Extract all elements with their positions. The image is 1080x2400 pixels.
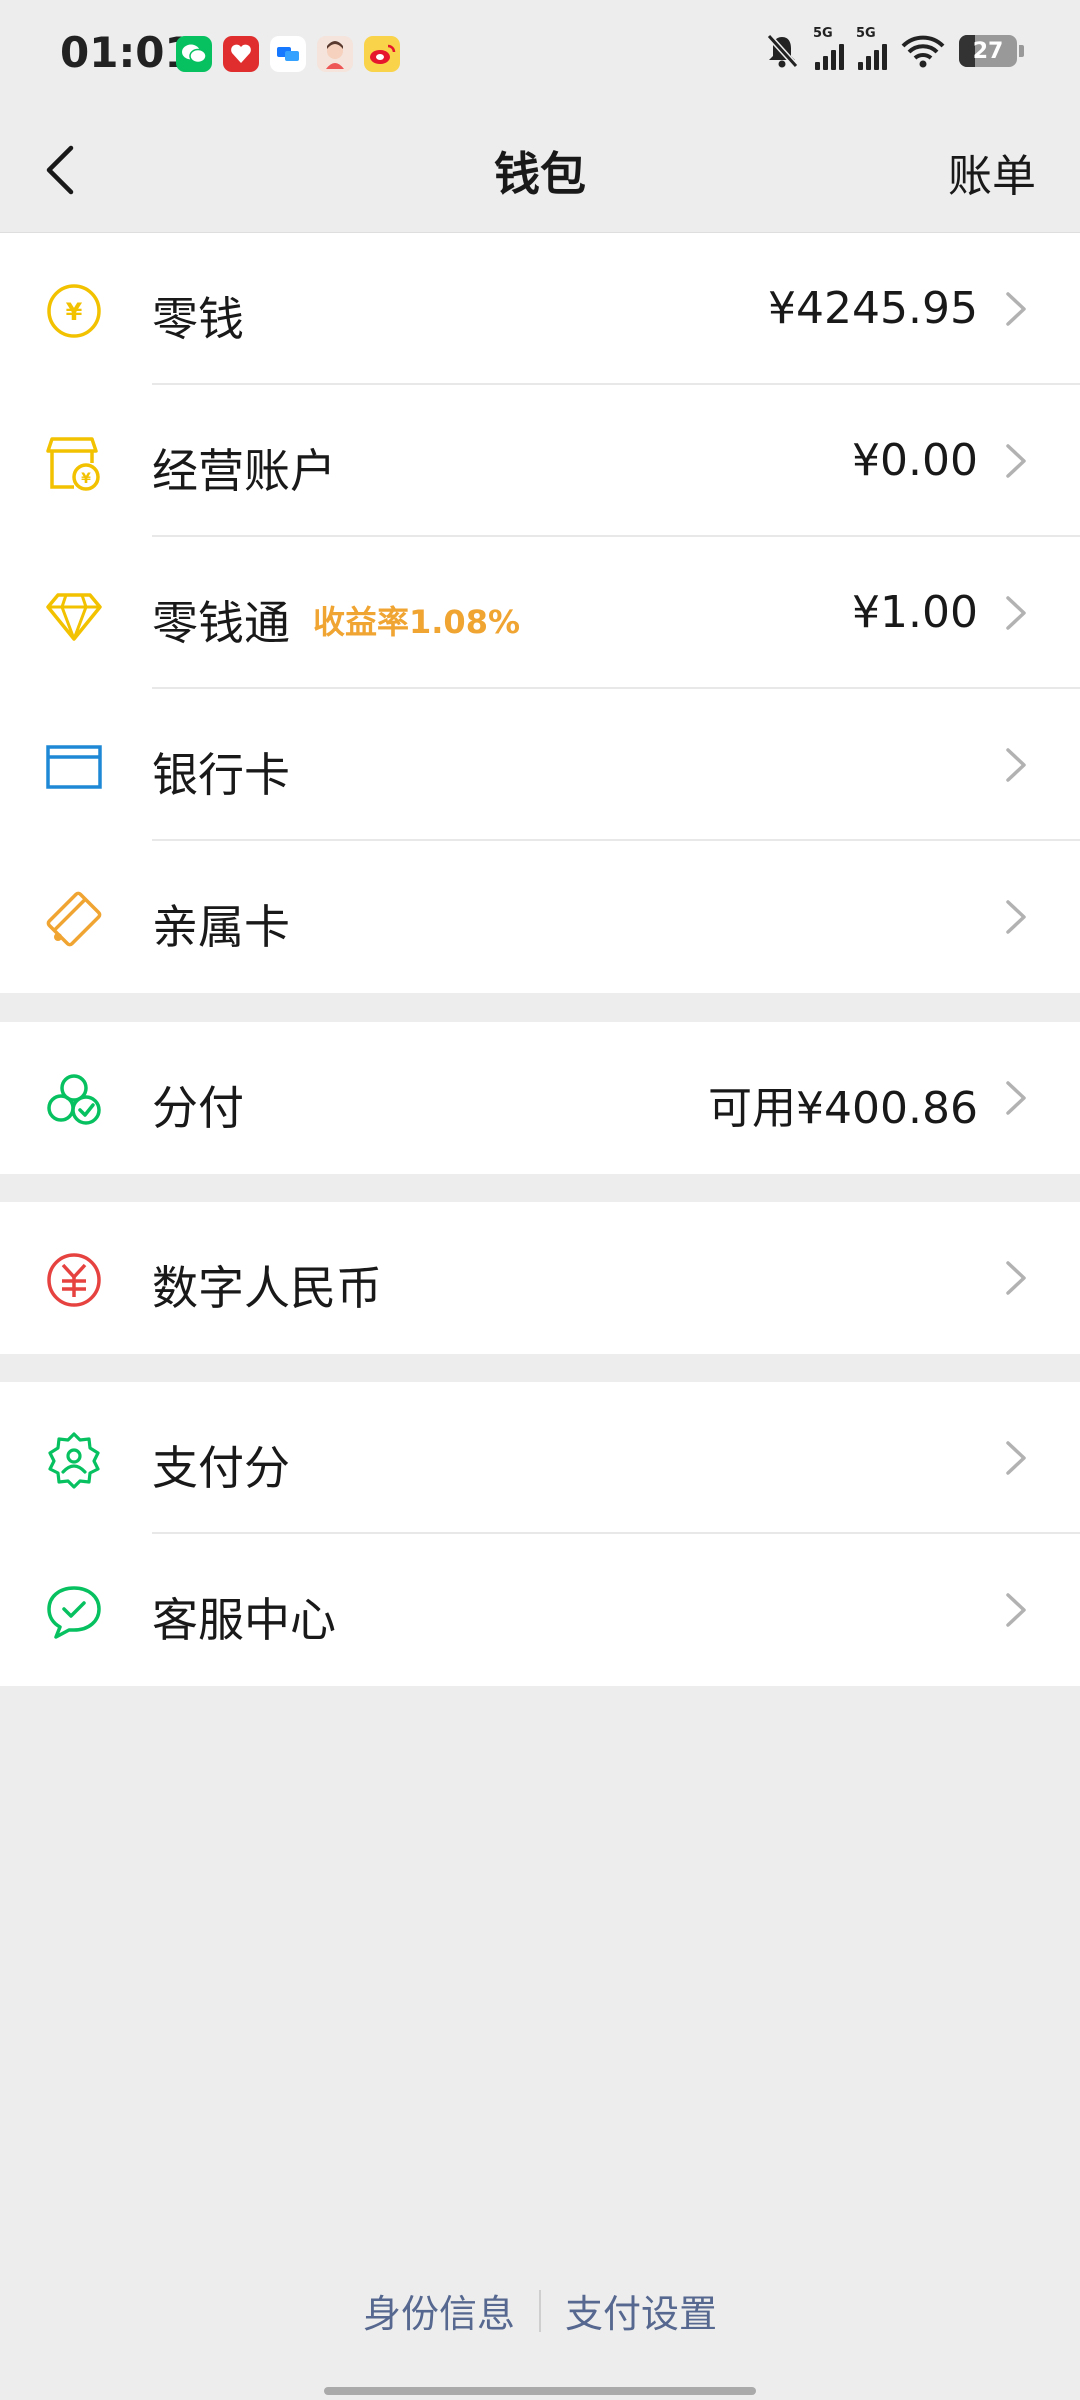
svg-text:¥: ¥	[81, 471, 91, 487]
list-item-business-account[interactable]: ¥ 经营账户 ¥0.00	[0, 385, 1080, 537]
customer-service-icon	[47, 1586, 101, 1639]
digital-rmb-icon	[47, 1253, 101, 1307]
family-card-icon	[46, 891, 102, 947]
list-item-lingqiantong[interactable]: 零钱通 收益率1.08% ¥1.00	[0, 537, 1080, 689]
signal-2-icon: 5G	[856, 26, 887, 70]
list-item-change[interactable]: ¥ 零钱 ¥4245.95	[0, 233, 1080, 385]
chevron-right-icon	[1006, 596, 1026, 630]
row-label: 客服中心	[152, 1593, 336, 1647]
row-value: ¥1.00	[852, 587, 978, 638]
yield-rate-tag: 收益率1.08%	[313, 603, 521, 641]
row-label: 银行卡	[152, 748, 290, 802]
row-label: 经营账户	[152, 444, 336, 498]
payment-settings-link[interactable]: 支付设置	[541, 2283, 741, 2338]
wechat-notification-icon	[176, 36, 212, 72]
fenfu-icon	[47, 1074, 101, 1125]
footer-links: 身份信息 支付设置	[0, 2283, 1080, 2338]
shop-account-icon: ¥	[46, 437, 100, 491]
row-value: ¥4245.95	[768, 283, 978, 334]
signal-1-icon: 5G	[813, 26, 844, 70]
page-title: 钱包	[494, 147, 586, 201]
status-bar: 01:01 5G 5G 27	[0, 0, 1080, 110]
list-item-digital-rmb[interactable]: 数字人民币	[0, 1202, 1080, 1354]
chevron-right-icon	[1006, 748, 1026, 782]
wallet-group-fenfu: 分付 可用¥400.86	[0, 1022, 1080, 1174]
avatar-notification-icon	[317, 36, 353, 72]
status-right: 5G 5G 27	[763, 26, 1024, 70]
chevron-right-icon	[1006, 1081, 1026, 1115]
yuan-coin-icon: ¥	[47, 284, 101, 338]
row-label: 零钱通	[152, 596, 290, 650]
mute-icon	[766, 33, 799, 69]
chevron-right-icon	[1006, 444, 1026, 478]
row-label: 亲属卡	[152, 900, 290, 954]
row-label: 数字人民币	[152, 1261, 382, 1315]
app-notification-icon	[223, 36, 259, 72]
battery-icon: 27	[959, 35, 1017, 67]
row-value: 可用¥400.86	[708, 1083, 978, 1134]
row-label: 支付分	[152, 1441, 290, 1495]
identity-info-link[interactable]: 身份信息	[339, 2283, 539, 2338]
chevron-right-icon	[1006, 900, 1026, 934]
chevron-right-icon	[1006, 1593, 1026, 1627]
row-label: 零钱	[152, 292, 244, 346]
list-item-fenfu[interactable]: 分付 可用¥400.86	[0, 1022, 1080, 1174]
list-item-pay-score[interactable]: 支付分	[0, 1382, 1080, 1534]
message-notification-icon	[270, 36, 306, 72]
row-label: 分付	[152, 1081, 244, 1135]
wallet-group-services: 支付分 客服中心	[0, 1382, 1080, 1686]
row-value: ¥0.00	[852, 435, 978, 486]
list-item-bank-card[interactable]: 银行卡	[0, 689, 1080, 841]
home-indicator[interactable]	[324, 2387, 756, 2395]
list-item-customer-service[interactable]: 客服中心	[0, 1534, 1080, 1686]
notification-icons	[176, 36, 400, 72]
chevron-right-icon	[1006, 1441, 1026, 1475]
diamond-icon	[46, 593, 102, 641]
wallet-group-ecny: 数字人民币	[0, 1202, 1080, 1354]
nav-bar: 钱包 账单	[0, 110, 1080, 232]
chevron-right-icon	[1006, 292, 1026, 326]
wifi-icon	[901, 35, 945, 68]
bank-card-icon	[46, 745, 102, 789]
chevron-right-icon	[1006, 1261, 1026, 1295]
weibo-notification-icon	[364, 36, 400, 72]
wallet-group-funds: ¥ 零钱 ¥4245.95 ¥ 经营账户 ¥0.00 零钱通 收益率1.08% …	[0, 232, 1080, 993]
pay-score-icon	[48, 1432, 100, 1489]
bill-button[interactable]: 账单	[948, 140, 1036, 204]
status-time: 01:01	[60, 28, 194, 77]
svg-text:¥: ¥	[66, 298, 83, 326]
list-item-family-card[interactable]: 亲属卡	[0, 841, 1080, 993]
